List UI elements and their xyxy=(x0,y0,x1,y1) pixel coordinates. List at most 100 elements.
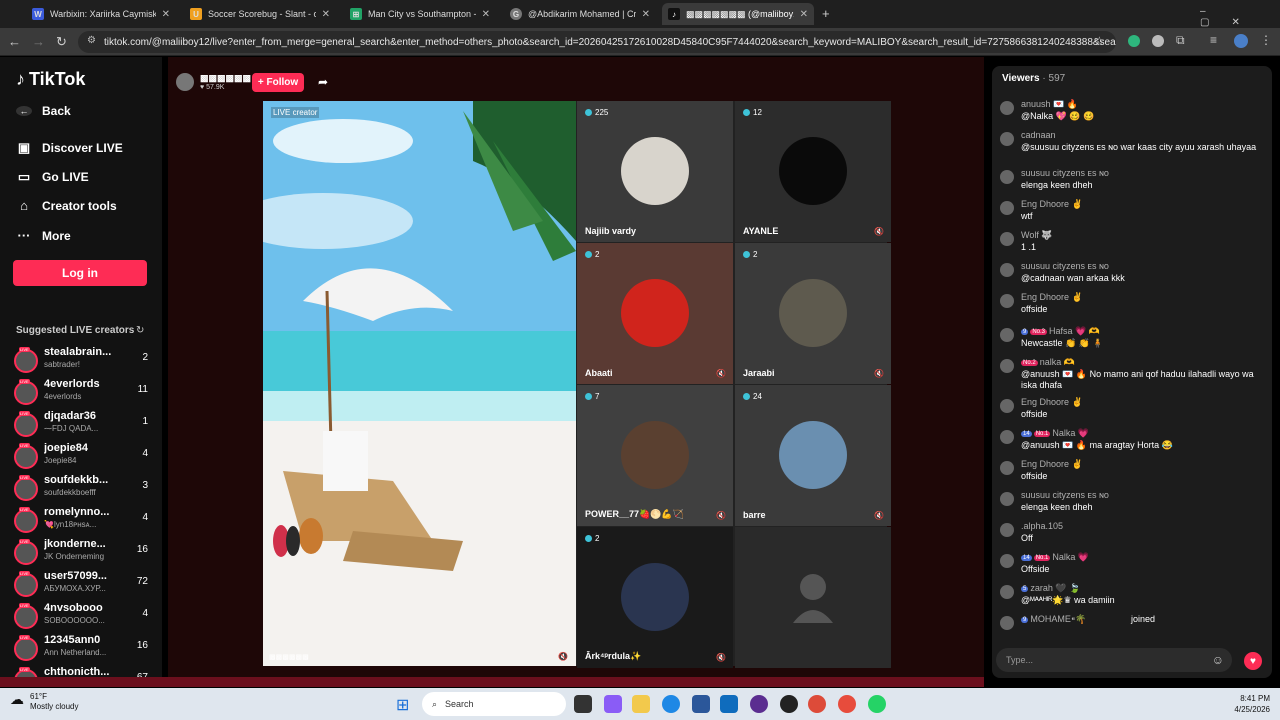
menu-dots-icon[interactable]: ⋮ xyxy=(1260,33,1272,47)
weather-widget[interactable]: 61°F Mostly cloudy ☁ xyxy=(8,692,78,712)
suggested-creator-item[interactable]: LIVE 12345ann0 Ann Netherland... 16 xyxy=(12,634,152,664)
close-icon[interactable]: ✕ xyxy=(322,9,330,20)
emoji-icon[interactable]: ☺ xyxy=(1212,653,1224,667)
follow-button[interactable]: + Follow xyxy=(252,73,304,92)
chat-user-avatar[interactable] xyxy=(1000,201,1014,215)
close-icon[interactable]: ✕ xyxy=(800,9,808,20)
chrome-profile-icon[interactable] xyxy=(838,695,856,713)
close-icon[interactable]: ✕ xyxy=(162,9,170,20)
chat-username[interactable]: 14 No.1 Nalka 💗 xyxy=(1021,552,1089,563)
suggested-creator-item[interactable]: LIVE stealabrain... sabtrader! 2 xyxy=(12,346,152,376)
suggested-creator-item[interactable]: LIVE joepie84 Joepie84 4 xyxy=(12,442,152,472)
reload-icon[interactable]: ↻ xyxy=(56,34,67,50)
obs-icon[interactable] xyxy=(780,695,798,713)
extension-icon[interactable] xyxy=(1128,35,1140,47)
nav-creator-tools[interactable]: ⌂ Creator tools xyxy=(16,198,117,213)
chat-user-avatar[interactable] xyxy=(1000,294,1014,308)
guest-video-tile[interactable]: 2 Jaraabi 🔇 xyxy=(735,243,891,384)
close-icon[interactable]: ✕ xyxy=(642,9,650,20)
guest-video-tile[interactable]: 12 AYANLE 🔇 xyxy=(735,101,891,242)
chat-username[interactable]: Eng Dhoore ✌ xyxy=(1021,397,1083,408)
mute-icon[interactable]: 🔇 xyxy=(716,369,726,378)
app-icon[interactable] xyxy=(750,695,768,713)
chat-user-avatar[interactable] xyxy=(1000,523,1014,537)
chat-user-avatar[interactable] xyxy=(1000,263,1014,277)
whatsapp-icon[interactable] xyxy=(868,695,886,713)
suggested-creator-item[interactable]: LIVE 4nvsobooo SOBOOOOOO... 4 xyxy=(12,602,152,632)
mute-icon[interactable]: 🔇 xyxy=(874,369,884,378)
host-video-tile[interactable]: LIVE creator ▩▩▩▩▩▩ 🔇 xyxy=(263,101,576,666)
host-info[interactable]: ▩▩▩▩▩▩ ♥ 57.9K xyxy=(176,73,251,91)
mute-icon[interactable]: 🔇 xyxy=(874,227,884,236)
chat-user-avatar[interactable] xyxy=(1000,101,1014,115)
store-icon[interactable] xyxy=(692,695,710,713)
guest-video-tile[interactable]: 24 barre 🔇 xyxy=(735,385,891,526)
chat-user-avatar[interactable] xyxy=(1000,132,1014,146)
windows-start-icon[interactable]: ⊞ xyxy=(396,695,409,715)
guest-video-tile[interactable]: 2 Abaati 🔇 xyxy=(577,243,733,384)
file-explorer-icon[interactable] xyxy=(632,695,650,713)
system-clock[interactable]: 8:41 PM 4/25/2026 xyxy=(1234,693,1270,715)
guest-video-tile[interactable]: 225 Najiib vardy xyxy=(577,101,733,242)
outlook-icon[interactable] xyxy=(720,695,738,713)
browser-tab[interactable]: W Warbixin: Xariirka Caymiska ee ✕ xyxy=(26,3,176,25)
host-avatar[interactable] xyxy=(176,73,194,91)
taskbar-search[interactable]: ⌕ Search xyxy=(422,692,566,716)
copilot-icon[interactable] xyxy=(604,695,622,713)
browser-tab[interactable]: G @Abdikarim Mohamed | Create ✕ xyxy=(504,3,656,25)
chat-user-avatar[interactable] xyxy=(1000,492,1014,506)
mute-icon[interactable]: 🔇 xyxy=(716,511,726,520)
chat-username[interactable]: 9 MOHAME⁌🌴 xyxy=(1021,614,1087,625)
chat-username[interactable]: suusuu cityzens ᴇs ɴᴏ xyxy=(1021,168,1109,178)
forward-arrow-icon[interactable]: → xyxy=(32,34,45,49)
guest-video-tile[interactable] xyxy=(735,527,891,668)
suggested-creator-item[interactable]: LIVE soufdekkb... soufdekkboefff 3 xyxy=(12,474,152,504)
chat-user-avatar[interactable] xyxy=(1000,359,1014,373)
browser-tab[interactable]: ⊞ Man City vs Southampton - live ✕ xyxy=(344,3,496,25)
login-button[interactable]: Log in xyxy=(13,260,147,286)
suggested-creator-item[interactable]: LIVE jkonderne... JK Onderneming 16 xyxy=(12,538,152,568)
chat-user-avatar[interactable] xyxy=(1000,585,1014,599)
viewers-header[interactable]: Viewers · 597 xyxy=(1002,73,1065,84)
chat-username[interactable]: 5 zarah 🖤 🍃 xyxy=(1021,583,1080,594)
nav-go-live[interactable]: ▭ Go LIVE xyxy=(16,169,89,185)
close-icon[interactable]: ✕ xyxy=(482,9,490,20)
extensions-puzzle-icon[interactable]: ⧉ xyxy=(1176,33,1185,48)
suggested-creator-item[interactable]: LIVE user57099... АБУМОХА.ХУР... 72 xyxy=(12,570,152,600)
mute-icon[interactable]: 🔇 xyxy=(558,652,568,661)
mute-icon[interactable]: 🔇 xyxy=(716,653,726,662)
browser-tab-active[interactable]: ♪ ▩▩▩▩▩▩▩ (@maliiboy12 ✕ xyxy=(662,3,814,25)
refresh-icon[interactable]: ↻ xyxy=(136,325,144,336)
chat-username[interactable]: Wolf 🐺 xyxy=(1021,230,1053,241)
edge-icon[interactable] xyxy=(662,695,680,713)
chat-username[interactable]: Eng Dhoore ✌ xyxy=(1021,199,1083,210)
back-arrow-icon[interactable]: ← xyxy=(8,34,21,49)
mute-icon[interactable]: 🔇 xyxy=(874,511,884,520)
live-video-grid[interactable]: LIVE creator ▩▩▩▩▩▩ 🔇 225 Najiib vardy 12 A… xyxy=(263,101,891,668)
url-input[interactable]: ⚙ tiktok.com/@maliiboy12/live?enter_from… xyxy=(78,31,1116,53)
chat-username[interactable]: Eng Dhoore ✌ xyxy=(1021,459,1083,470)
guest-video-tile[interactable]: 2 Ārk⁴ᵖrdula✨ 🔇 xyxy=(577,527,733,668)
back-button[interactable]: ← Back xyxy=(16,104,71,118)
suggested-creator-item[interactable]: LIVE 4everlords 4everlords 11 xyxy=(12,378,152,408)
suggested-creator-item[interactable]: LIVE djqadar36 ⁓FDJ QADA... 1 xyxy=(12,410,152,440)
chat-user-avatar[interactable] xyxy=(1000,430,1014,444)
chat-username[interactable]: suusuu cityzens ᴇs ɴᴏ xyxy=(1021,490,1109,500)
chat-username[interactable]: Eng Dhoore ✌ xyxy=(1021,292,1083,303)
chat-user-avatar[interactable] xyxy=(1000,170,1014,184)
chat-username[interactable]: 14 No.1 Nalka 💗 xyxy=(1021,428,1089,439)
chat-user-avatar[interactable] xyxy=(1000,328,1014,342)
nav-more[interactable]: ··· More xyxy=(16,228,71,243)
profile-avatar[interactable] xyxy=(1234,34,1248,48)
like-heart-button[interactable]: ♥ xyxy=(1244,652,1262,670)
bookmark-star-icon[interactable]: ☆ xyxy=(1094,34,1105,48)
task-view-icon[interactable] xyxy=(574,695,592,713)
chat-username[interactable]: cadnaan xyxy=(1021,130,1056,140)
chat-user-avatar[interactable] xyxy=(1000,232,1014,246)
site-info-icon[interactable]: ⚙ xyxy=(87,35,96,46)
chrome-icon[interactable] xyxy=(808,695,826,713)
chat-username[interactable]: suusuu cityzens ᴇs ɴᴏ xyxy=(1021,261,1109,271)
chat-username[interactable]: anuush 💌 🔥 xyxy=(1021,99,1078,110)
chat-user-avatar[interactable] xyxy=(1000,399,1014,413)
chat-username[interactable]: No.2 nalka 🫶 xyxy=(1021,357,1075,368)
